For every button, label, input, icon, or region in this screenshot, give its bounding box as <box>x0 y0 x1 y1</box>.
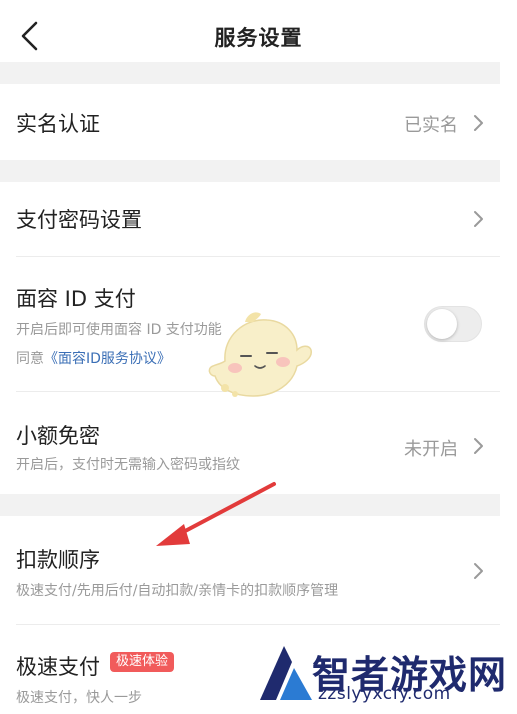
face-id-label: 面容 ID 支付 <box>16 287 136 311</box>
small-free-description: 开启后，支付时无需输入密码或指纹 <box>16 457 240 473</box>
section-gap <box>0 62 500 84</box>
deduct-order-description: 极速支付/先用后付/自动扣款/亲情卡的扣款顺序管理 <box>16 583 339 599</box>
watermark-url: zzslyyxcfy.com <box>318 684 451 704</box>
fast-pay-description: 极速支付，快人一步 <box>16 690 142 706</box>
small-free-status: 未开启 <box>404 439 458 460</box>
row-pay-password[interactable]: 支付密码设置 <box>0 182 500 256</box>
face-id-agreement: 同意《面容ID服务协议》 <box>16 348 171 368</box>
chevron-right-icon <box>474 438 483 454</box>
small-free-label: 小额免密 <box>16 424 100 448</box>
header-bar: 服务设置 <box>0 0 517 70</box>
mascot-sticker-icon <box>208 312 312 397</box>
fast-pay-badge: 极速体验 <box>110 652 175 672</box>
deduct-order-label: 扣款顺序 <box>16 548 100 572</box>
fast-pay-label: 极速支付 <box>16 655 100 679</box>
realname-label: 实名认证 <box>16 112 100 136</box>
annotation-arrow-icon <box>156 482 276 546</box>
right-edge-strip <box>500 62 517 714</box>
face-id-agreement-link[interactable]: 《面容ID服务协议》 <box>44 351 171 367</box>
chevron-right-icon <box>474 115 483 131</box>
section-gap <box>0 160 500 182</box>
chevron-right-icon <box>474 211 483 227</box>
realname-status: 已实名 <box>404 115 458 136</box>
face-id-toggle[interactable] <box>424 306 482 342</box>
chevron-right-icon <box>474 563 483 579</box>
page-title: 服务设置 <box>214 26 303 50</box>
row-realname[interactable]: 实名认证 已实名 <box>0 84 500 160</box>
pay-password-label: 支付密码设置 <box>16 208 142 232</box>
watermark-logo-icon <box>260 646 312 700</box>
toggle-knob <box>427 309 457 339</box>
agreement-prefix: 同意 <box>16 351 44 367</box>
face-id-description: 开启后即可使用面容 ID 支付功能 <box>16 322 222 338</box>
